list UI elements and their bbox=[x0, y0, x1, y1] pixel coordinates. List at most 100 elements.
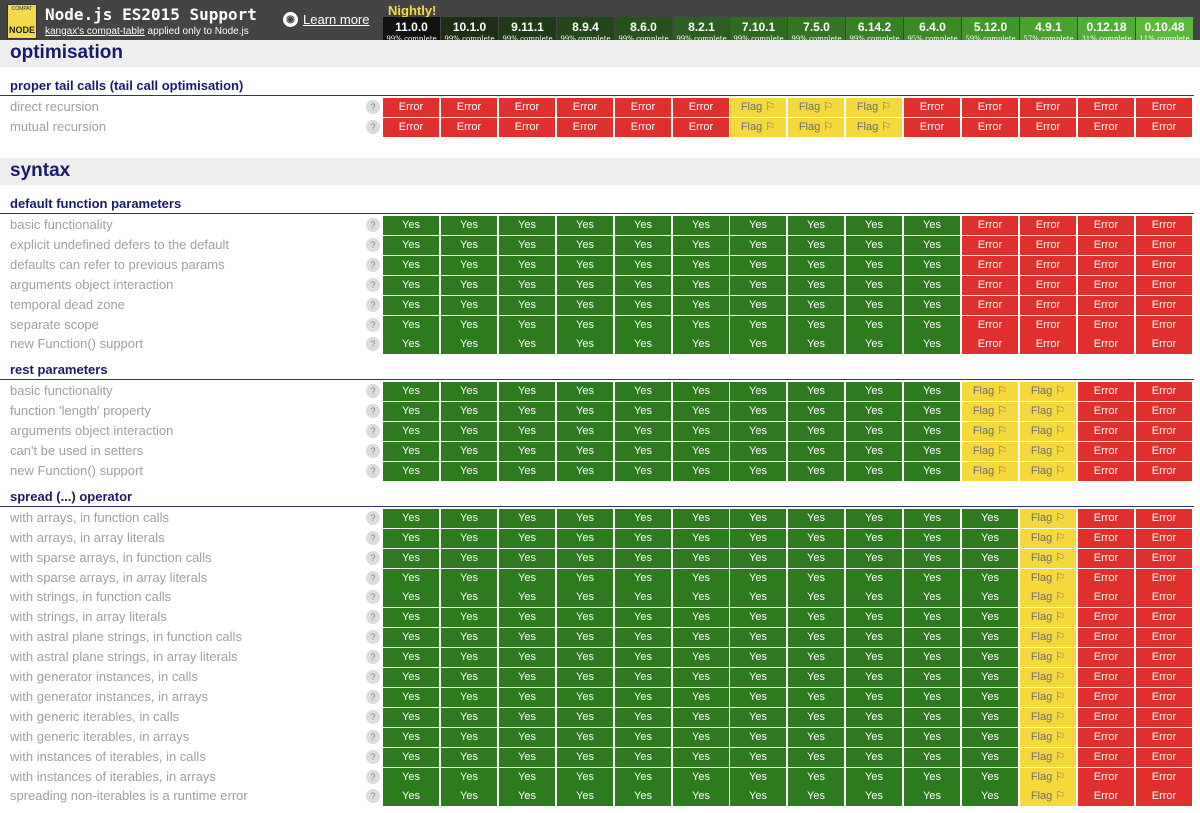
result-cell[interactable]: Yes bbox=[962, 628, 1018, 648]
result-cell[interactable]: Yes bbox=[788, 235, 844, 255]
result-cell[interactable]: Yes bbox=[788, 608, 844, 628]
result-cell[interactable]: Error bbox=[1136, 461, 1192, 481]
result-cell[interactable]: Yes bbox=[615, 787, 671, 807]
result-cell[interactable]: Yes bbox=[441, 461, 497, 481]
result-cell[interactable]: Yes bbox=[730, 707, 786, 727]
result-cell[interactable]: Yes bbox=[499, 707, 555, 727]
result-cell[interactable]: Yes bbox=[615, 275, 671, 295]
result-cell[interactable]: Yes bbox=[730, 747, 786, 767]
result-cell[interactable]: Yes bbox=[673, 767, 729, 787]
result-cell[interactable]: Yes bbox=[383, 508, 439, 528]
result-cell[interactable]: Yes bbox=[846, 747, 902, 767]
result-cell[interactable]: Yes bbox=[615, 461, 671, 481]
result-cell[interactable]: Error bbox=[1078, 255, 1134, 275]
help-icon[interactable]: ? bbox=[366, 317, 380, 332]
result-cell[interactable]: Error bbox=[1078, 216, 1134, 235]
result-cell[interactable]: Yes bbox=[499, 747, 555, 767]
result-cell[interactable]: Yes bbox=[846, 687, 902, 707]
result-cell[interactable]: Yes bbox=[557, 335, 613, 355]
result-cell[interactable]: Yes bbox=[557, 707, 613, 727]
result-cell[interactable]: Yes bbox=[673, 668, 729, 687]
result-cell[interactable]: Yes bbox=[962, 787, 1018, 807]
result-cell[interactable]: Error bbox=[1136, 382, 1192, 402]
result-cell[interactable]: Flag ⚐ bbox=[1020, 588, 1076, 608]
result-cell[interactable]: Flag ⚐ bbox=[962, 402, 1018, 422]
result-cell[interactable]: Yes bbox=[557, 668, 613, 687]
result-cell[interactable]: Error bbox=[1136, 442, 1192, 461]
result-cell[interactable]: Yes bbox=[962, 548, 1018, 568]
help-icon[interactable]: ? bbox=[366, 424, 380, 439]
result-cell[interactable]: Yes bbox=[383, 568, 439, 588]
result-cell[interactable]: Yes bbox=[557, 461, 613, 481]
result-cell[interactable]: Yes bbox=[383, 548, 439, 568]
result-cell[interactable]: Error bbox=[1020, 275, 1076, 295]
result-cell[interactable]: Error bbox=[962, 335, 1018, 355]
result-cell[interactable]: Yes bbox=[615, 235, 671, 255]
result-cell[interactable]: Yes bbox=[615, 255, 671, 275]
result-cell[interactable]: Yes bbox=[846, 315, 902, 335]
result-cell[interactable]: Yes bbox=[557, 628, 613, 648]
result-cell[interactable]: Flag ⚐ bbox=[962, 442, 1018, 461]
result-cell[interactable]: Yes bbox=[904, 275, 960, 295]
help-icon[interactable]: ? bbox=[366, 337, 380, 352]
result-cell[interactable]: Yes bbox=[383, 528, 439, 548]
result-cell[interactable]: Yes bbox=[383, 422, 439, 442]
result-cell[interactable]: Yes bbox=[846, 727, 902, 747]
result-cell[interactable]: Yes bbox=[557, 255, 613, 275]
github-icon[interactable]: ◉ bbox=[283, 12, 298, 27]
result-cell[interactable]: Yes bbox=[962, 588, 1018, 608]
feature-row-label[interactable]: with astral plane strings, in array lite… bbox=[10, 647, 238, 667]
feature-row-label[interactable]: with arrays, in array literals bbox=[10, 528, 165, 548]
result-cell[interactable]: Yes bbox=[730, 668, 786, 687]
result-cell[interactable]: Yes bbox=[673, 315, 729, 335]
result-cell[interactable]: Yes bbox=[788, 787, 844, 807]
result-cell[interactable]: Yes bbox=[730, 528, 786, 548]
feature-row-label[interactable]: arguments object interaction bbox=[10, 421, 173, 441]
result-cell[interactable]: Yes bbox=[730, 315, 786, 335]
result-cell[interactable]: Error bbox=[1020, 335, 1076, 355]
result-cell[interactable]: Flag ⚐ bbox=[730, 98, 786, 117]
result-cell[interactable]: Flag ⚐ bbox=[1020, 548, 1076, 568]
result-cell[interactable]: Yes bbox=[730, 727, 786, 747]
result-cell[interactable]: Error bbox=[1136, 98, 1192, 117]
result-cell[interactable]: Yes bbox=[788, 335, 844, 355]
result-cell[interactable]: Error bbox=[1078, 295, 1134, 315]
result-cell[interactable]: Yes bbox=[962, 608, 1018, 628]
result-cell[interactable]: Yes bbox=[441, 588, 497, 608]
result-cell[interactable]: Yes bbox=[499, 787, 555, 807]
result-cell[interactable]: Yes bbox=[499, 568, 555, 588]
result-cell[interactable]: Error bbox=[1136, 275, 1192, 295]
result-cell[interactable]: Yes bbox=[788, 216, 844, 235]
result-cell[interactable]: Yes bbox=[673, 588, 729, 608]
result-cell[interactable]: Yes bbox=[673, 628, 729, 648]
result-cell[interactable]: Error bbox=[615, 98, 671, 117]
result-cell[interactable]: Yes bbox=[962, 707, 1018, 727]
result-cell[interactable]: Yes bbox=[673, 687, 729, 707]
result-cell[interactable]: Yes bbox=[499, 255, 555, 275]
result-cell[interactable]: Error bbox=[1078, 528, 1134, 548]
feature-row-label[interactable]: with generator instances, in arrays bbox=[10, 687, 208, 707]
feature-group-title[interactable]: spread (...) operator bbox=[10, 489, 132, 504]
result-cell[interactable]: Yes bbox=[383, 315, 439, 335]
compat-table-link[interactable]: kangax's compat-table bbox=[45, 26, 145, 37]
result-cell[interactable]: Yes bbox=[499, 335, 555, 355]
result-cell[interactable]: Yes bbox=[615, 568, 671, 588]
result-cell[interactable]: Error bbox=[1078, 687, 1134, 707]
result-cell[interactable]: Yes bbox=[383, 707, 439, 727]
result-cell[interactable]: Yes bbox=[383, 648, 439, 668]
help-icon[interactable]: ? bbox=[366, 689, 380, 704]
result-cell[interactable]: Yes bbox=[730, 687, 786, 707]
result-cell[interactable]: Yes bbox=[730, 508, 786, 528]
result-cell[interactable]: Error bbox=[383, 117, 439, 137]
help-icon[interactable]: ? bbox=[366, 610, 380, 625]
result-cell[interactable]: Yes bbox=[730, 461, 786, 481]
feature-row-label[interactable]: with strings, in function calls bbox=[10, 587, 171, 607]
result-cell[interactable]: Yes bbox=[788, 668, 844, 687]
result-cell[interactable]: Yes bbox=[730, 548, 786, 568]
result-cell[interactable]: Flag ⚐ bbox=[962, 461, 1018, 481]
result-cell[interactable]: Yes bbox=[383, 628, 439, 648]
result-cell[interactable]: Yes bbox=[615, 528, 671, 548]
result-cell[interactable]: Yes bbox=[788, 588, 844, 608]
result-cell[interactable]: Flag ⚐ bbox=[1020, 608, 1076, 628]
result-cell[interactable]: Yes bbox=[383, 442, 439, 461]
